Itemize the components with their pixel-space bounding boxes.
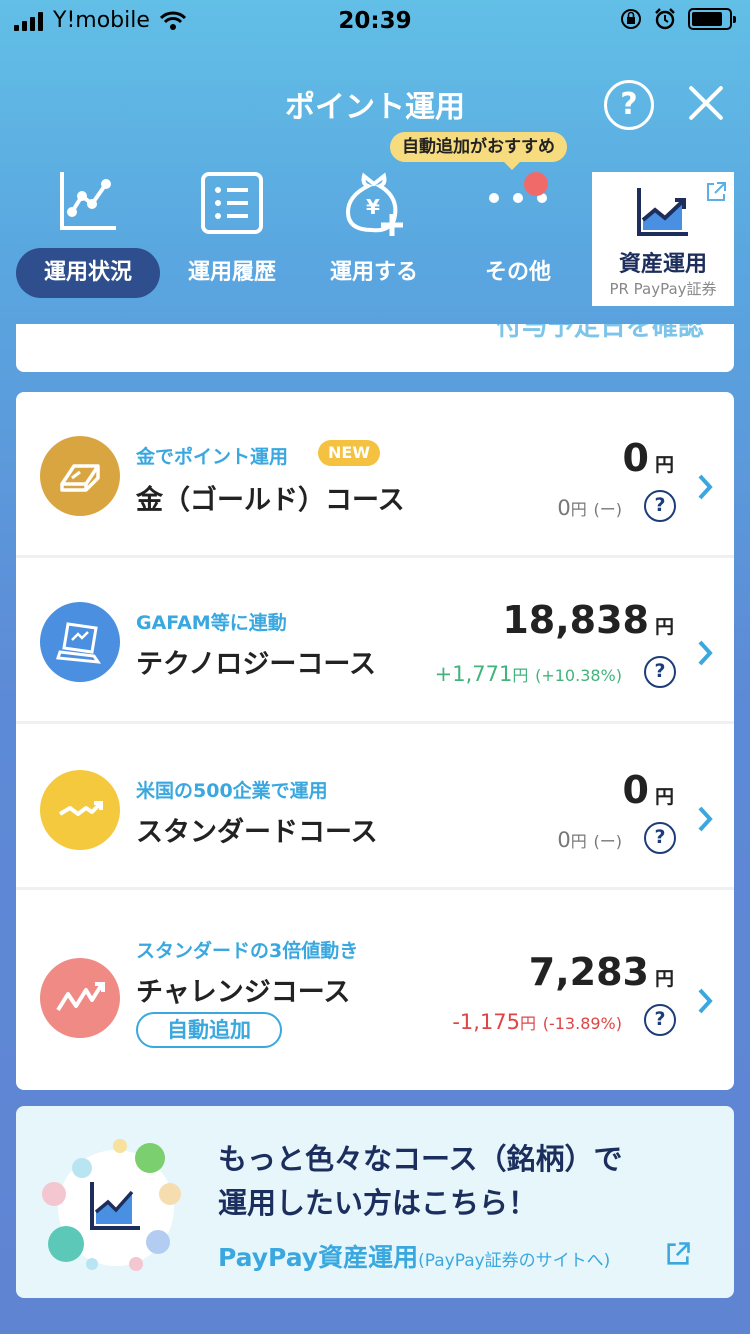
help-icon[interactable]: ? (644, 1004, 676, 1036)
new-badge: NEW (318, 440, 380, 466)
course-tag: 金でポイント運用 (136, 446, 289, 468)
course-gold[interactable]: 金でポイント運用 NEW 金（ゴールド）コース 0円 0円 (ー) ? (16, 392, 734, 558)
promo-line1: もっと色々なコース（銘柄）で (218, 1142, 623, 1176)
rotation-lock-icon (621, 9, 641, 29)
tab-other[interactable]: その他 (446, 168, 590, 298)
money-bag-add-icon: ¥ (345, 172, 403, 236)
course-amount: 18,838 円 (502, 598, 674, 642)
zigzag-up-icon (56, 982, 105, 1012)
help-icon[interactable]: ? (644, 822, 676, 854)
course-amount: 0円 (622, 436, 674, 480)
course-diff: 0円 (ー) (557, 496, 622, 520)
course-technology[interactable]: GAFAM等に連動 テクノロジーコース 18,838 円 +1,771円 (+10… (16, 558, 734, 724)
course-name: 金（ゴールド）コース (136, 485, 405, 516)
auto-add-badge: 自動追加 (136, 1012, 282, 1048)
tab-history[interactable]: 運用履歴 (160, 168, 304, 298)
help-icon[interactable]: ? (644, 656, 676, 688)
recommend-tooltip: 自動追加がおすすめ (390, 132, 567, 170)
course-diff: 0円 (ー) (557, 828, 622, 852)
course-tag: GAFAM等に連動 (136, 612, 287, 634)
tab-other-label: その他 (484, 260, 551, 285)
course-standard-avatar (40, 770, 120, 850)
pr-asset-management[interactable]: 資産運用 PR PayPay証券 (592, 172, 734, 306)
promo-banner[interactable]: もっと色々なコース（銘柄）で 運用したい方はこちら！ PayPay資産運用(Pa… (16, 1106, 734, 1298)
course-name: テクノロジーコース (136, 649, 377, 680)
external-link-icon (707, 182, 726, 201)
course-name: チャレンジコース (136, 977, 351, 1008)
course-list: 金でポイント運用 NEW 金（ゴールド）コース 0円 0円 (ー) ? GAFA… (16, 392, 734, 1090)
chart-line-icon (60, 172, 116, 230)
course-gold-avatar (40, 436, 120, 516)
asset-illustration-icon (42, 1139, 181, 1271)
tab-status-label: 運用状況 (16, 248, 160, 298)
asset-chart-icon (637, 188, 688, 236)
course-tag: 米国の500企業で運用 (136, 780, 328, 802)
course-challenge[interactable]: スタンダードの3倍値動き チャレンジコース 自動追加 7,283 円 -1,175… (16, 890, 734, 1090)
laptop-icon (55, 622, 102, 664)
help-button[interactable]: ? (604, 80, 654, 130)
status-bar: Y!mobile 20:39 (0, 0, 750, 42)
help-icon[interactable]: ? (644, 490, 676, 522)
chevron-right-icon (698, 474, 713, 500)
tab-invest[interactable]: ¥ 運用する (302, 168, 446, 298)
course-amount: 7,283 円 (528, 950, 674, 994)
course-technology-avatar (40, 602, 120, 682)
pr-sub: PR PayPay証券 (609, 280, 717, 298)
svg-text:¥: ¥ (366, 195, 380, 219)
list-icon (201, 172, 263, 234)
course-challenge-avatar (40, 958, 120, 1038)
gold-bar-icon (60, 464, 100, 492)
chevron-right-icon (698, 988, 713, 1014)
tab-invest-label: 運用する (329, 260, 418, 285)
check-date-link[interactable]: 付与予定日を確認 (496, 324, 704, 343)
tab-history-label: 運用履歴 (187, 260, 276, 285)
course-standard[interactable]: 米国の500企業で運用 スタンダードコース 0円 0円 (ー) ? (16, 724, 734, 890)
chevron-right-icon (698, 640, 713, 666)
promo-line2: 運用したい方はこちら！ (218, 1186, 538, 1220)
close-button[interactable] (684, 80, 728, 124)
tab-status[interactable]: 運用状況 (16, 168, 160, 298)
top-card: 付与予定日を確認 (16, 324, 734, 372)
trend-up-icon (58, 801, 103, 816)
course-tag: スタンダードの3倍値動き (136, 940, 359, 962)
course-amount: 0円 (622, 768, 674, 812)
course-diff: +1,771円 (+10.38%) (434, 662, 622, 686)
status-right (620, 8, 736, 30)
external-link-icon (667, 1242, 690, 1265)
course-name: スタンダードコース (136, 817, 378, 848)
notification-dot (524, 172, 548, 196)
alarm-icon (655, 8, 675, 30)
course-diff: -1,175円 (-13.89%) (452, 1010, 622, 1034)
battery-icon (688, 8, 736, 30)
promo-link[interactable]: PayPay資産運用(PayPay証券のサイトへ) (218, 1238, 610, 1274)
pr-name: 資産運用 (618, 252, 707, 277)
chevron-right-icon (698, 806, 713, 832)
